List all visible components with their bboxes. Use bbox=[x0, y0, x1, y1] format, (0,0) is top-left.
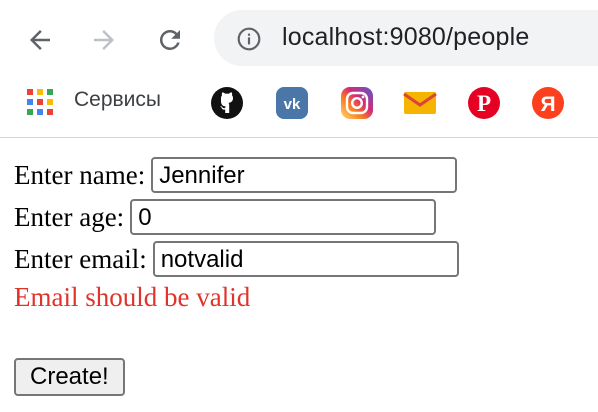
email-label: Enter email: bbox=[14, 243, 147, 274]
name-row: Enter name: Jennifer bbox=[14, 154, 458, 196]
name-input[interactable]: Jennifer bbox=[151, 157, 458, 193]
arrow-left-icon bbox=[30, 30, 50, 50]
bookmark-apps-label[interactable]: Сервисы bbox=[74, 88, 161, 112]
chrome-divider bbox=[0, 137, 598, 138]
url-text[interactable]: localhost:9080/people bbox=[282, 23, 529, 52]
svg-text:P: P bbox=[477, 91, 491, 116]
browser-toolbar: localhost:9080/people bbox=[0, 0, 598, 78]
svg-text:vk: vk bbox=[284, 96, 301, 113]
apps-grid-icon[interactable] bbox=[26, 88, 54, 116]
reload-button[interactable] bbox=[152, 22, 188, 58]
back-button[interactable] bbox=[22, 22, 58, 58]
name-label: Enter name: bbox=[14, 159, 146, 190]
svg-text:Я: Я bbox=[540, 93, 555, 116]
forward-button[interactable] bbox=[86, 22, 122, 58]
info-icon[interactable] bbox=[236, 26, 262, 52]
address-bar[interactable]: localhost:9080/people bbox=[214, 10, 598, 66]
mail-icon[interactable] bbox=[403, 86, 437, 120]
pinterest-icon[interactable]: P bbox=[467, 86, 501, 120]
arrow-right-icon bbox=[94, 30, 114, 50]
github-icon[interactable] bbox=[210, 86, 244, 120]
browser-chrome: localhost:9080/people Сервисы vk P Я bbox=[0, 0, 598, 138]
email-error-message: Email should be valid bbox=[14, 282, 251, 312]
email-input[interactable]: notvalid bbox=[152, 241, 459, 277]
reload-icon bbox=[159, 29, 180, 50]
age-row: Enter age: 0 bbox=[14, 196, 437, 238]
vk-icon[interactable]: vk bbox=[275, 86, 309, 120]
age-input[interactable]: 0 bbox=[130, 199, 437, 235]
yandex-icon[interactable]: Я bbox=[531, 86, 565, 120]
instagram-icon[interactable] bbox=[340, 86, 374, 120]
email-row: Enter email: notvalid bbox=[14, 238, 459, 280]
create-button[interactable]: Create! bbox=[14, 358, 125, 396]
age-label: Enter age: bbox=[14, 201, 125, 232]
